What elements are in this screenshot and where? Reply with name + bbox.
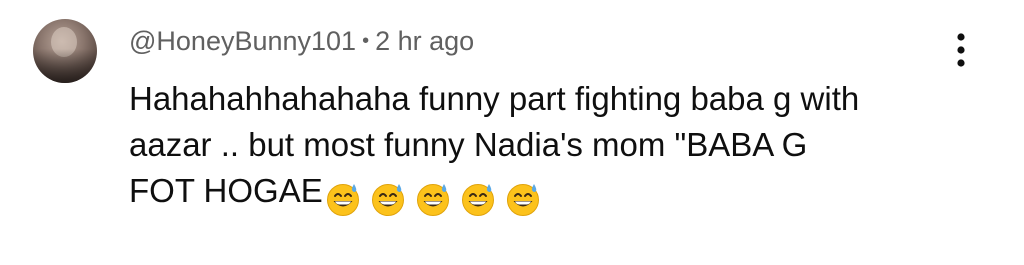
comment-item: @HoneyBunny101 • 2 hr ago Hahahahhahahaha … (0, 0, 1024, 265)
comment-action-menu-button[interactable] (944, 28, 978, 72)
comment-author[interactable]: @HoneyBunny101 (129, 26, 356, 56)
more-vert-icon (957, 33, 965, 67)
comment-text-line-content: FOT HOGAE (129, 172, 323, 209)
emoji-group (325, 174, 550, 220)
avatar-photo-shade (33, 49, 97, 83)
avatar[interactable] (33, 19, 97, 83)
grinning-face-with-sweat-icon (371, 184, 404, 217)
comment-header: @HoneyBunny101 • 2 hr ago (129, 24, 474, 61)
meta-separator: • (362, 30, 370, 52)
comment-text-line: aazar .. but most funny Nadia's mom "BAB… (129, 126, 808, 163)
grinning-face-with-sweat-icon (506, 184, 539, 217)
comment-text-line: Hahahahhahahaha funny part fighting baba… (129, 80, 860, 117)
grinning-face-with-sweat-icon (416, 184, 449, 217)
grinning-face-with-sweat-icon (461, 184, 494, 217)
comment-text-line: FOT HOGAE (129, 168, 969, 220)
comment-timestamp[interactable]: 2 hr ago (375, 26, 474, 56)
comment-text: Hahahahhahahaha funny part fighting baba… (129, 76, 969, 220)
grinning-face-with-sweat-icon (326, 184, 359, 217)
